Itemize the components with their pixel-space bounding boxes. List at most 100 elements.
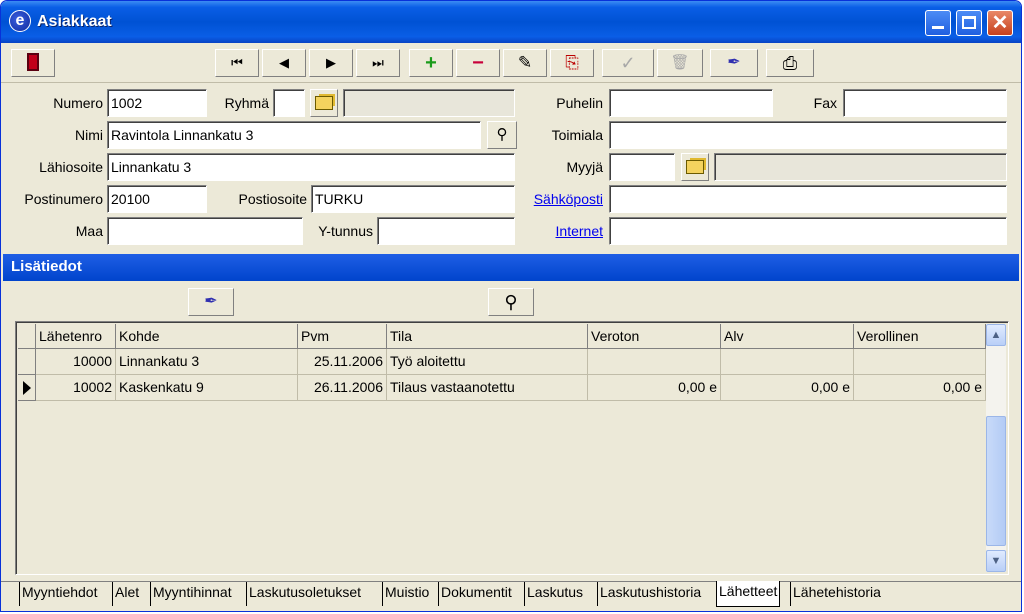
record-toolbar: ⏮ ◀ ▶ ⏭ + − ✎ ⎘ ✓ 🗑 ✒ ⎙ xyxy=(1,43,1021,83)
ytunnus-field[interactable] xyxy=(377,217,515,245)
column-header[interactable]: Verollinen xyxy=(854,324,986,349)
customers-window: e Asiakkaat ✕ ⏮ ◀ ▶ ⏭ + − ✎ ⎘ ✓ 🗑 ✒ ⎙ Nu… xyxy=(0,0,1022,612)
tab-muistio[interactable]: Muistio xyxy=(382,582,431,606)
tab-lahetteet[interactable]: Lähetteet xyxy=(716,581,781,607)
window-title: Asiakkaat xyxy=(37,13,112,30)
tab-dokumentit[interactable]: Dokumentit xyxy=(438,582,514,606)
internet-link[interactable]: Internet xyxy=(521,223,603,239)
tab-laskutus[interactable]: Laskutus xyxy=(524,582,585,606)
cell-kohde: Linnankatu 3 xyxy=(116,349,298,375)
cell-tila: Tilaus vastaanotettu xyxy=(387,375,588,401)
tab-lahetehistoria[interactable]: Lähetehistoria xyxy=(790,582,883,606)
maximize-button[interactable] xyxy=(956,10,982,36)
column-header[interactable]: Lähetenro xyxy=(36,324,116,349)
binoculars-icon: ⚲ xyxy=(496,126,508,143)
myyja-label: Myyjä xyxy=(566,159,603,175)
internet-field[interactable] xyxy=(609,217,1007,245)
app-icon: e xyxy=(9,10,31,32)
delivery-find-button[interactable]: ✒ xyxy=(188,288,234,316)
tab-laskutusoletukset[interactable]: Laskutusoletukset xyxy=(246,582,363,606)
scroll-up-button[interactable]: ▲ xyxy=(986,324,1006,346)
tab-myyntiehdot[interactable]: Myyntiehdot xyxy=(19,582,99,606)
cell-tila: Työ aloitettu xyxy=(387,349,588,375)
previous-record-button[interactable]: ◀ xyxy=(262,49,306,77)
myyja-lookup-button[interactable] xyxy=(681,153,709,181)
tab-strip: Myyntiehdot Alet Myyntihinnat Laskutusol… xyxy=(1,581,1021,611)
delete-icon: − xyxy=(472,52,484,74)
maa-field[interactable] xyxy=(107,217,303,245)
numero-field[interactable]: 1002 xyxy=(107,89,207,117)
trash-icon: 🗑 xyxy=(670,54,690,71)
confirm-icon: ✓ xyxy=(620,53,636,73)
column-header[interactable]: Veroton xyxy=(588,324,721,349)
ryhma-lookup-button[interactable] xyxy=(310,89,338,117)
myyja-name-field xyxy=(714,153,1007,181)
column-header[interactable]: Alv xyxy=(721,324,854,349)
cell-verollinen: 0,00 e xyxy=(854,375,986,401)
find-button[interactable]: ✒ xyxy=(710,49,758,77)
last-record-icon: ⏭ xyxy=(372,55,384,70)
lahiosoite-field[interactable]: Linnankatu 3 xyxy=(107,153,515,181)
tab-myyntihinnat[interactable]: Myyntihinnat xyxy=(150,582,234,606)
puhelin-field[interactable] xyxy=(609,89,773,117)
chevron-up-icon: ▲ xyxy=(990,329,1002,341)
close-button[interactable]: ✕ xyxy=(987,10,1013,36)
ryhma-name-field xyxy=(343,89,515,117)
fax-label: Fax xyxy=(813,95,837,111)
column-header[interactable]: Tila xyxy=(387,324,588,349)
delete-record-button[interactable]: − xyxy=(456,49,500,77)
row-indicator xyxy=(18,349,36,375)
last-record-button[interactable]: ⏭ xyxy=(356,49,400,77)
ryhma-label: Ryhmä xyxy=(224,95,269,111)
sahkoposti-link[interactable]: Sähköposti xyxy=(513,191,603,207)
previous-record-icon: ◀ xyxy=(279,55,289,70)
column-header[interactable]: Kohde xyxy=(116,324,298,349)
edit-record-button[interactable]: ✎ xyxy=(503,49,547,77)
vertical-scrollbar[interactable]: ▲ ▼ xyxy=(986,324,1006,572)
magnifier-icon: ⚲ xyxy=(504,292,518,312)
nimi-field[interactable]: Ravintola Linnankatu 3 xyxy=(107,121,481,149)
cell-pvm: 25.11.2006 xyxy=(298,349,387,375)
next-record-icon: ▶ xyxy=(326,55,336,70)
tab-laskutushistoria[interactable]: Laskutushistoria xyxy=(597,582,703,606)
scroll-down-button[interactable]: ▼ xyxy=(986,550,1006,572)
puhelin-label: Puhelin xyxy=(556,95,603,111)
delivery-search-button[interactable]: ⚲ xyxy=(488,288,534,316)
fax-field[interactable] xyxy=(843,89,1007,117)
column-header[interactable]: Pvm xyxy=(298,324,387,349)
trash-button[interactable]: 🗑 xyxy=(657,49,703,77)
delivery-notes-grid: Lähetenro Kohde Pvm Tila Veroton Alv Ver… xyxy=(15,321,1009,575)
first-record-button[interactable]: ⏮ xyxy=(215,49,259,77)
postiosoite-label: Postiosoite xyxy=(238,191,307,207)
cell-lahetenro: 10002 xyxy=(36,375,116,401)
find-icon: ✒ xyxy=(727,54,741,71)
ryhma-field[interactable] xyxy=(273,89,305,117)
exit-button[interactable] xyxy=(11,49,55,77)
exit-icon xyxy=(27,53,39,72)
postiosoite-field[interactable]: TURKU xyxy=(311,185,515,213)
ytunnus-label: Y-tunnus xyxy=(318,223,373,239)
lahiosoite-label: Lähiosoite xyxy=(39,159,103,175)
toimiala-field[interactable] xyxy=(609,121,1007,149)
minimize-button[interactable] xyxy=(925,10,951,36)
scroll-thumb[interactable] xyxy=(986,416,1006,546)
delivery-toolbar: ✒ ⚲ xyxy=(1,283,1021,321)
chevron-down-icon: ▼ xyxy=(990,555,1002,567)
copy-record-button[interactable]: ⎘ xyxy=(550,49,594,77)
add-record-button[interactable]: + xyxy=(409,49,453,77)
find-icon: ✒ xyxy=(204,293,218,310)
print-button[interactable]: ⎙ xyxy=(766,49,814,77)
maximize-icon xyxy=(962,16,976,29)
folder-icon xyxy=(315,95,333,110)
close-icon: ✕ xyxy=(991,12,1009,34)
nimi-lookup-button[interactable]: ⚲ xyxy=(487,121,517,149)
postinumero-field[interactable]: 20100 xyxy=(107,185,207,213)
confirm-button[interactable]: ✓ xyxy=(602,49,654,77)
next-record-button[interactable]: ▶ xyxy=(309,49,353,77)
sahkoposti-field[interactable] xyxy=(609,185,1007,213)
toimiala-label: Toimiala xyxy=(551,127,603,143)
cell-alv: 0,00 e xyxy=(721,375,854,401)
section-header: Lisätiedot xyxy=(3,254,1019,281)
tab-alet[interactable]: Alet xyxy=(112,582,141,606)
myyja-field[interactable] xyxy=(609,153,675,181)
